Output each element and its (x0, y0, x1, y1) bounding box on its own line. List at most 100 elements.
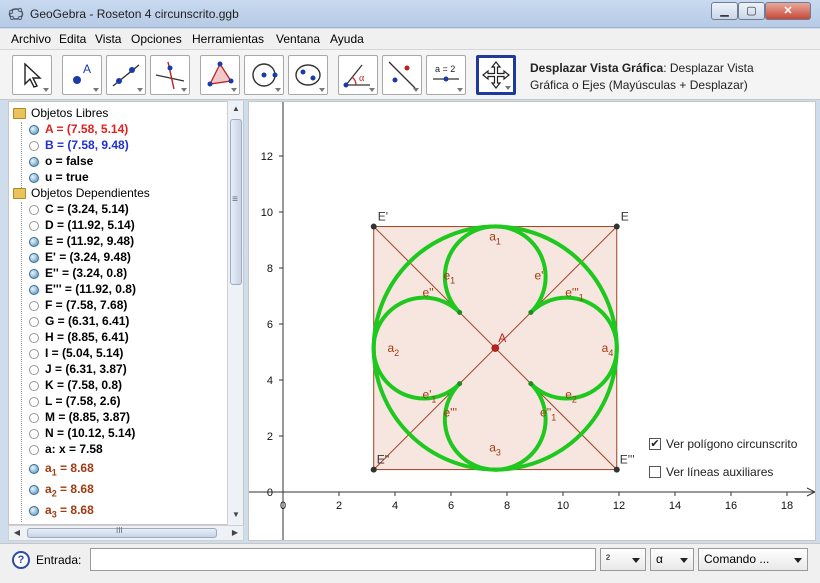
move-graphics-view-tool-button[interactable] (476, 55, 516, 95)
minimize-button[interactable]: ▁ (711, 2, 738, 20)
folder-icon (13, 188, 26, 200)
algebra-scroll-thumb[interactable]: ≡ (230, 119, 242, 285)
greek-letter-dropdown[interactable]: α (650, 548, 694, 571)
visibility-toggle-icon[interactable] (29, 124, 39, 135)
polygon-tool-button[interactable] (200, 55, 240, 95)
visibility-toggle-icon[interactable] (29, 268, 39, 279)
scroll-up-icon[interactable]: ▲ (228, 101, 244, 117)
reflect-about-line-icon (388, 61, 416, 89)
visibility-toggle-icon[interactable] (29, 444, 39, 455)
command-dropdown[interactable]: Comando ... (698, 548, 808, 571)
algebra-arc-row[interactable]: a3 = 8.68 (29, 503, 94, 519)
algebra-object-row[interactable]: K = (7.58, 0.8) (29, 378, 122, 394)
menu-ayuda[interactable]: Ayuda (330, 32, 364, 46)
visibility-toggle-icon[interactable] (29, 284, 39, 295)
algebra-object-row[interactable]: E' = (3.24, 9.48) (29, 250, 131, 266)
algebra-object-row[interactable]: I = (5.04, 5.14) (29, 346, 123, 362)
input-help-icon[interactable]: ? (12, 551, 30, 569)
scroll-left-icon[interactable]: ◀ (9, 526, 25, 540)
close-window-button[interactable]: ✕ (765, 2, 811, 20)
algebra-object-row[interactable]: B = (7.58, 9.48) (29, 138, 129, 154)
symbol-dropdown[interactable]: ² (600, 548, 646, 571)
petal-junction-point (528, 381, 534, 387)
algebra-object-row[interactable]: C = (3.24, 5.14) (29, 202, 129, 218)
geogebra-logo-icon (8, 7, 24, 21)
visibility-toggle-icon[interactable] (29, 428, 39, 439)
menu-ventana[interactable]: Ventana (276, 32, 320, 46)
algebra-hscroll-thumb[interactable]: III (27, 526, 217, 538)
visibility-toggle-icon[interactable] (29, 412, 39, 423)
visibility-toggle-icon[interactable] (29, 484, 39, 495)
visibility-toggle-icon[interactable] (29, 463, 39, 474)
algebra-object-row[interactable]: H = (8.85, 6.41) (29, 330, 129, 346)
algebra-object-row[interactable]: A = (7.58, 5.14) (29, 122, 128, 138)
folder-dependent-objects[interactable]: Objetos Dependientes (13, 186, 150, 202)
line-through-points-icon (112, 64, 140, 87)
visibility-toggle-icon[interactable] (29, 396, 39, 407)
perpendicular-tool-button[interactable] (150, 55, 190, 95)
angle-tool-button[interactable]: α (338, 55, 378, 95)
menu-archivo[interactable]: Archivo (11, 32, 51, 46)
input-field[interactable] (90, 548, 596, 571)
algebra-vertical-scrollbar[interactable]: ▲ ≡ ▼ (227, 101, 243, 525)
visibility-toggle-icon[interactable] (29, 300, 39, 311)
move-tool-button[interactable] (12, 55, 52, 95)
visibility-toggle-icon[interactable] (29, 364, 39, 375)
vertex-point (613, 466, 620, 473)
visibility-toggle-icon[interactable] (29, 156, 39, 167)
algebra-arc-row[interactable]: a1 = 8.68 (29, 461, 94, 477)
visibility-toggle-icon[interactable] (29, 348, 39, 359)
algebra-horizontal-scrollbar[interactable]: ◀ III ▶ (8, 525, 244, 541)
algebra-object-row[interactable]: N = (10.12, 5.14) (29, 426, 135, 442)
polygon-icon (207, 61, 234, 87)
algebra-arc-row[interactable]: a2 = 8.68 (29, 482, 94, 498)
algebra-object-row[interactable]: G = (6.31, 6.41) (29, 314, 129, 330)
algebra-object-row[interactable]: F = (7.58, 7.68) (29, 298, 127, 314)
circle-tool-button[interactable] (244, 55, 284, 95)
x-tick-label: 16 (725, 500, 737, 512)
algebra-object-row[interactable]: L = (7.58, 2.6) (29, 394, 121, 410)
visibility-toggle-icon[interactable] (29, 236, 39, 247)
algebra-object-row[interactable]: D = (11.92, 5.14) (29, 218, 135, 234)
scroll-right-icon[interactable]: ▶ (227, 526, 243, 540)
y-tick-label: 4 (267, 375, 273, 387)
checkbox-unchecked-icon[interactable] (649, 465, 661, 478)
algebra-object-row[interactable]: M = (8.85, 3.87) (29, 410, 130, 426)
slider-tool-button[interactable]: a = 2 (426, 55, 466, 95)
maximize-button[interactable]: ▢ (738, 2, 765, 20)
menu-opciones[interactable]: Opciones (131, 32, 182, 46)
x-tick-label: 12 (613, 500, 625, 512)
algebra-object-row[interactable]: E = (11.92, 9.48) (29, 234, 134, 250)
menu-vista[interactable]: Vista (95, 32, 121, 46)
visibility-toggle-icon[interactable] (29, 252, 39, 263)
svg-text:A: A (83, 62, 91, 76)
visibility-toggle-icon[interactable] (29, 505, 39, 516)
checkbox-checked-icon[interactable]: ✔ (649, 437, 661, 450)
line-tool-button[interactable] (106, 55, 146, 95)
algebra-object-row[interactable]: E''' = (11.92, 0.8) (29, 282, 136, 298)
vertex-point (613, 223, 620, 230)
reflect-tool-button[interactable] (382, 55, 422, 95)
algebra-object-row[interactable]: J = (6.31, 3.87) (29, 362, 127, 378)
algebra-object-row[interactable]: E'' = (3.24, 0.8) (29, 266, 127, 282)
menu-edita[interactable]: Edita (59, 32, 86, 46)
visibility-toggle-icon[interactable] (29, 172, 39, 183)
algebra-object-row[interactable]: u = true (29, 170, 89, 186)
folder-free-objects[interactable]: Objetos Libres (13, 106, 108, 122)
algebra-object-row[interactable]: a: x = 7.58 (29, 442, 103, 458)
visibility-toggle-icon[interactable] (29, 332, 39, 343)
checkbox-show-aux-lines[interactable]: Ver líneas auxiliares (649, 465, 773, 479)
checkbox-show-polygon[interactable]: ✔ Ver polígono circunscrito (649, 437, 797, 451)
conic-tool-button[interactable] (288, 55, 328, 95)
visibility-toggle-icon[interactable] (29, 204, 39, 215)
scroll-down-icon[interactable]: ▼ (228, 507, 244, 523)
point-tool-button[interactable]: A (62, 55, 102, 95)
graphics-view[interactable]: 0 2 4 6 8 10 12 14 16 18 0 2 4 6 8 10 12 E E' E'' E''' Aa1 a2 a… (248, 101, 816, 541)
perpendicular-line-icon (155, 61, 185, 90)
visibility-toggle-icon[interactable] (29, 220, 39, 231)
algebra-object-row[interactable]: o = false (29, 154, 93, 170)
visibility-toggle-icon[interactable] (29, 380, 39, 391)
visibility-toggle-icon[interactable] (29, 316, 39, 327)
menu-herramientas[interactable]: Herramientas (192, 32, 264, 46)
visibility-toggle-icon[interactable] (29, 140, 39, 151)
